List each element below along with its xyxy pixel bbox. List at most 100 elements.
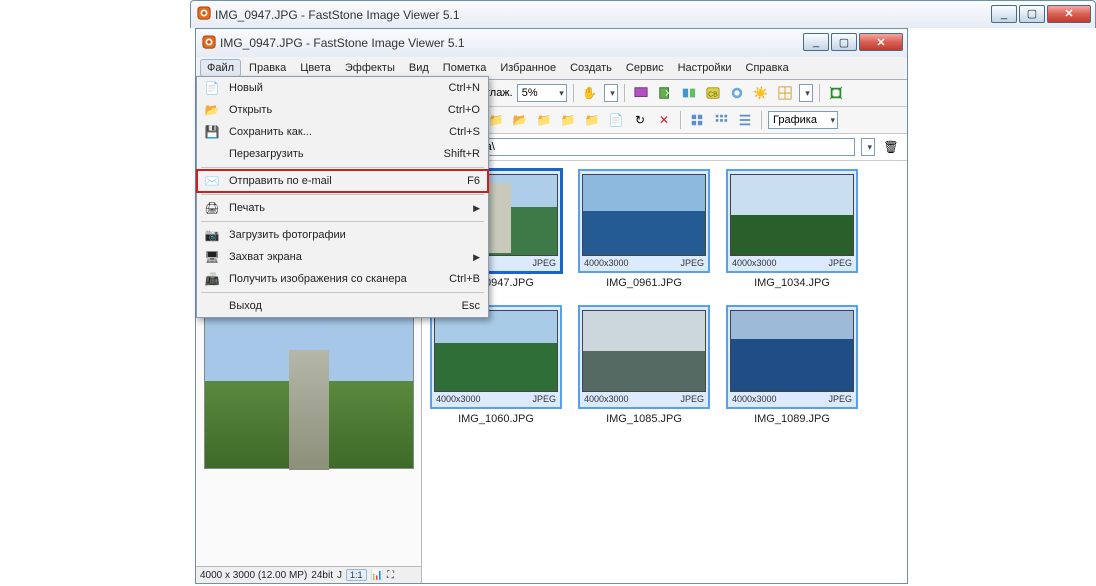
trash-icon[interactable]: 🗑 bbox=[881, 137, 901, 157]
save-icon: 💾 bbox=[203, 125, 221, 139]
menu-сервис[interactable]: Сервис bbox=[620, 60, 670, 76]
menu-item-label: Загрузить фотографии bbox=[229, 229, 472, 241]
folder-open-icon[interactable]: 📁 bbox=[534, 110, 554, 130]
status-histogram-icon[interactable]: 📊 bbox=[371, 570, 383, 581]
menu-пометка[interactable]: Пометка bbox=[437, 60, 493, 76]
menu-цвета[interactable]: Цвета bbox=[294, 60, 337, 76]
tool-cb-icon[interactable]: CB bbox=[703, 83, 723, 103]
menu-item-shortcut: F6 bbox=[467, 175, 480, 187]
folder-fav-icon[interactable]: 📁 bbox=[558, 110, 578, 130]
thumb-filename: IMG_1089.JPG bbox=[754, 413, 830, 425]
tool-slideshow-icon[interactable] bbox=[631, 83, 651, 103]
folder-move-icon[interactable]: 📁 bbox=[582, 110, 602, 130]
menu-item-shortcut: Ctrl+B bbox=[449, 273, 480, 285]
menu-item[interactable]: ВыходEsc bbox=[197, 295, 488, 317]
thumb-fmt: JPEG bbox=[828, 258, 852, 268]
thumb-dims: 4000x3000 bbox=[584, 394, 629, 404]
thumbnail[interactable]: 4000x3000JPEGIMG_1085.JPG bbox=[578, 305, 710, 425]
preview-image bbox=[204, 309, 414, 469]
thumbnail[interactable]: 4000x3000 JPEG IMG_1034.JPG bbox=[726, 169, 858, 289]
window-title: IMG_0947.JPG - FastStone Image Viewer 5.… bbox=[220, 36, 797, 50]
menu-эффекты[interactable]: Эффекты bbox=[339, 60, 401, 76]
menu-правка[interactable]: Правка bbox=[243, 60, 292, 76]
menu-item-shortcut: Ctrl+N bbox=[449, 82, 480, 94]
thumb-fmt: JPEG bbox=[828, 394, 852, 404]
pan-dropdown[interactable] bbox=[604, 84, 618, 102]
status-crop-icon[interactable]: ⛶ bbox=[387, 570, 394, 581]
view-small-icon[interactable] bbox=[711, 110, 731, 130]
menu-item[interactable]: ПерезагрузитьShift+R bbox=[197, 143, 488, 165]
delete-icon[interactable]: ✕ bbox=[654, 110, 674, 130]
menu-создать[interactable]: Создать bbox=[564, 60, 618, 76]
screen-icon: 🖥 bbox=[203, 250, 221, 264]
thumb-dims: 4000x3000 bbox=[584, 258, 629, 268]
layout-dropdown[interactable] bbox=[799, 84, 813, 102]
thumb-filename: IMG_0961.JPG bbox=[606, 277, 682, 289]
minimize-button-back[interactable]: _ bbox=[991, 5, 1017, 23]
folder-up-icon[interactable]: 📁 bbox=[486, 110, 506, 130]
tool-sun-icon[interactable]: ☀️ bbox=[751, 83, 771, 103]
menu-справка[interactable]: Справка bbox=[740, 60, 795, 76]
tool-compare-icon[interactable] bbox=[679, 83, 699, 103]
menu-вид[interactable]: Вид bbox=[403, 60, 435, 76]
menu-item[interactable]: 📄НовыйCtrl+N bbox=[197, 77, 488, 99]
maximize-button-back[interactable]: ▢ bbox=[1019, 5, 1045, 23]
zoom-combo[interactable]: 5% bbox=[517, 84, 567, 102]
menu-item[interactable]: ✉️Отправить по e-mailF6 bbox=[197, 170, 488, 192]
thumb-filename: IMG_1034.JPG bbox=[754, 277, 830, 289]
minimize-button[interactable]: _ bbox=[803, 33, 829, 51]
menu-item[interactable]: 🖨Печать▶ bbox=[197, 197, 488, 219]
svg-text:CB: CB bbox=[708, 92, 718, 99]
menu-item-label: Открыть bbox=[229, 104, 440, 116]
menu-item-label: Захват экрана bbox=[229, 251, 457, 263]
folder-new-icon[interactable]: 📂 bbox=[510, 110, 530, 130]
menu-настройки[interactable]: Настройки bbox=[672, 60, 738, 76]
filter-combo[interactable]: Графика bbox=[768, 111, 838, 129]
thumb-image bbox=[582, 310, 706, 392]
maximize-button[interactable]: ▢ bbox=[831, 33, 857, 51]
status-1to1[interactable]: 1:1 bbox=[346, 569, 367, 581]
status-j: J bbox=[337, 570, 342, 581]
menu-файл[interactable]: Файл bbox=[200, 59, 241, 77]
menu-item-shortcut: Ctrl+S bbox=[449, 126, 480, 138]
path-history-dropdown[interactable] bbox=[861, 138, 875, 156]
menu-item-shortcut: Ctrl+O bbox=[448, 104, 480, 116]
refresh-icon[interactable]: ↻ bbox=[630, 110, 650, 130]
close-button[interactable]: ✕ bbox=[859, 33, 903, 51]
tool-fit-icon[interactable] bbox=[826, 83, 846, 103]
close-button-back[interactable]: ✕ bbox=[1047, 5, 1091, 23]
thumbnail[interactable]: 4000x3000JPEGIMG_0961.JPG bbox=[578, 169, 710, 289]
menu-item[interactable]: 🖥 Захват экрана ▶ bbox=[197, 246, 488, 268]
menu-item[interactable]: 📠Получить изображения со сканераCtrl+B bbox=[197, 268, 488, 290]
thumb-filename: IMG_1085.JPG bbox=[606, 413, 682, 425]
view-large-icon[interactable] bbox=[687, 110, 707, 130]
thumbnail[interactable]: 4000x3000 JPEG IMG_1089.JPG bbox=[726, 305, 858, 425]
thumbnail[interactable]: 4000x3000JPEGIMG_1060.JPG bbox=[430, 305, 562, 425]
thumb-image bbox=[582, 174, 706, 256]
thumb-fmt: JPEG bbox=[532, 258, 556, 268]
camera-icon: 📷 bbox=[203, 228, 221, 242]
scanner-icon: 📠 bbox=[203, 272, 221, 286]
window-title-back: IMG_0947.JPG - FastStone Image Viewer 5.… bbox=[215, 8, 985, 22]
tool-batch-icon[interactable] bbox=[655, 83, 675, 103]
thumb-fmt: JPEG bbox=[532, 394, 556, 404]
menu-избранное[interactable]: Избранное bbox=[494, 60, 562, 76]
folder-copy-icon[interactable]: 📄 bbox=[606, 110, 626, 130]
thumb-dims: 4000x3000 bbox=[732, 394, 777, 404]
path-field[interactable]: то\Природа\ bbox=[428, 138, 855, 156]
file-menu-dropdown: 📄НовыйCtrl+N📂ОткрытьCtrl+O💾Сохранить как… bbox=[196, 76, 489, 318]
submenu-arrow-icon: ▶ bbox=[473, 252, 480, 263]
view-list-icon[interactable] bbox=[735, 110, 755, 130]
status-bar: 4000 x 3000 (12.00 MP) 24bit J 1:1 📊 ⛶ bbox=[196, 566, 421, 583]
menu-item[interactable]: 📂ОткрытьCtrl+O bbox=[197, 99, 488, 121]
menu-item[interactable]: 💾Сохранить как...Ctrl+S bbox=[197, 121, 488, 143]
tool-wizard-icon[interactable] bbox=[727, 83, 747, 103]
submenu-arrow-icon: ▶ bbox=[473, 203, 480, 214]
tool-grid-icon[interactable] bbox=[775, 83, 795, 103]
menu-item[interactable]: 📷 Загрузить фотографии bbox=[197, 224, 488, 246]
menu-item-label: Отправить по e-mail bbox=[229, 175, 459, 187]
thumb-dims: 4000x3000 bbox=[732, 258, 777, 268]
pan-hand-icon[interactable]: ✋ bbox=[580, 83, 600, 103]
menu-item-label: Печать bbox=[229, 202, 457, 214]
menu-item-shortcut: Esc bbox=[462, 300, 480, 312]
